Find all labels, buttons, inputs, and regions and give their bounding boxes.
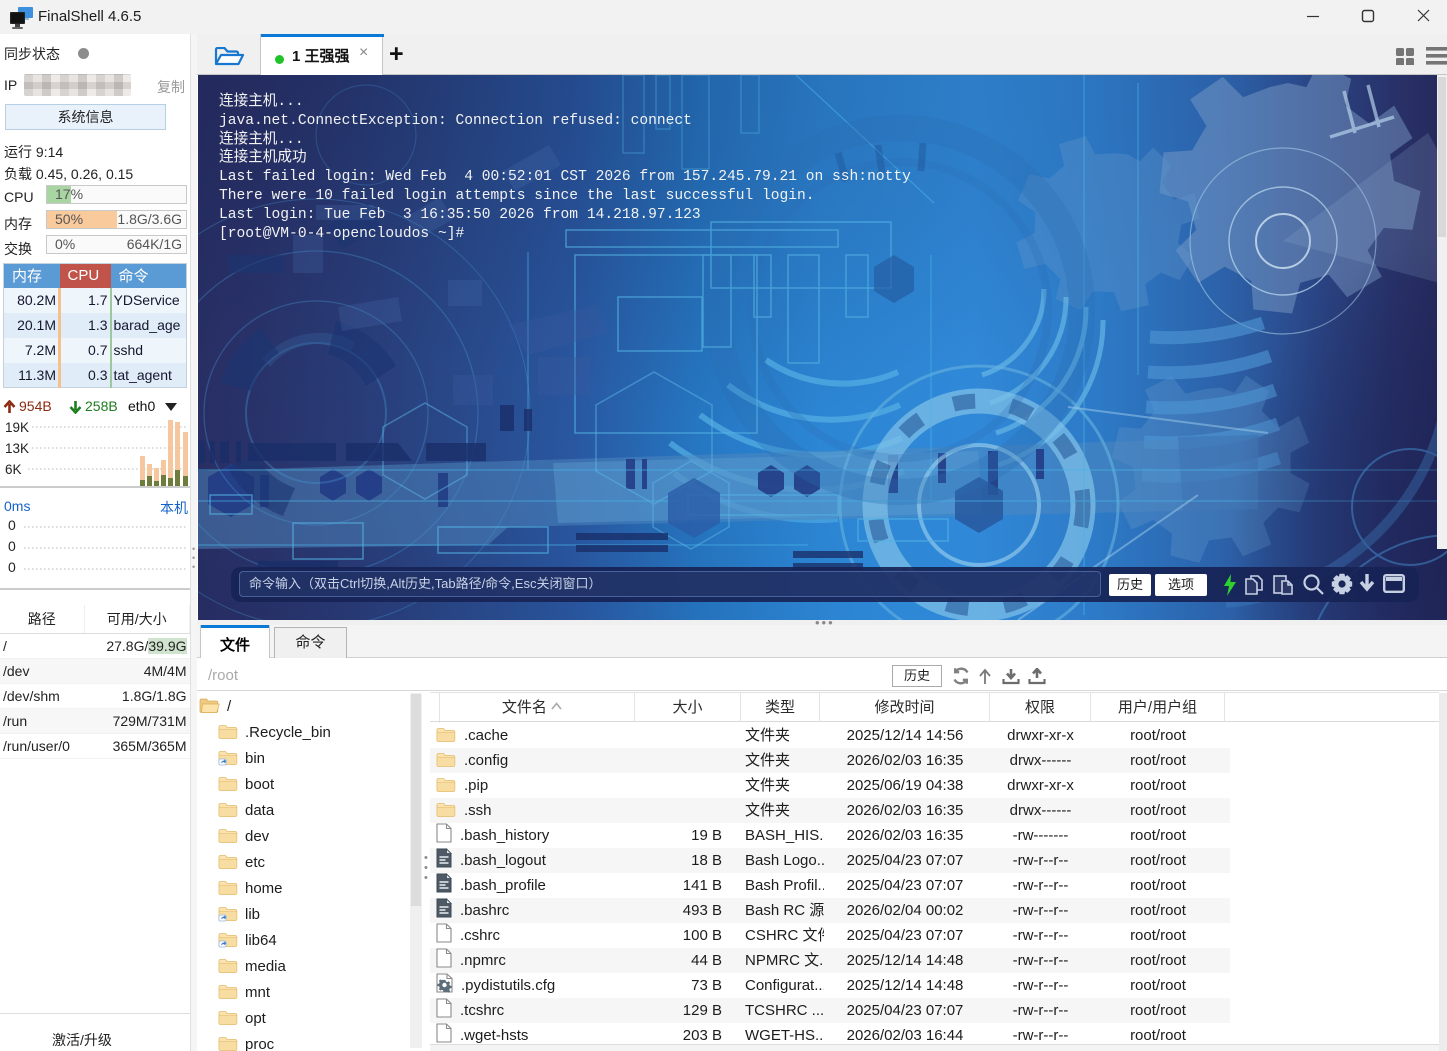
- svg-text:0: 0: [8, 517, 16, 533]
- svg-text:0: 0: [8, 538, 16, 554]
- svg-text:19K: 19K: [5, 420, 29, 435]
- svg-text:13K: 13K: [5, 441, 29, 456]
- svg-text:0: 0: [8, 559, 16, 575]
- svg-text:6K: 6K: [5, 462, 22, 477]
